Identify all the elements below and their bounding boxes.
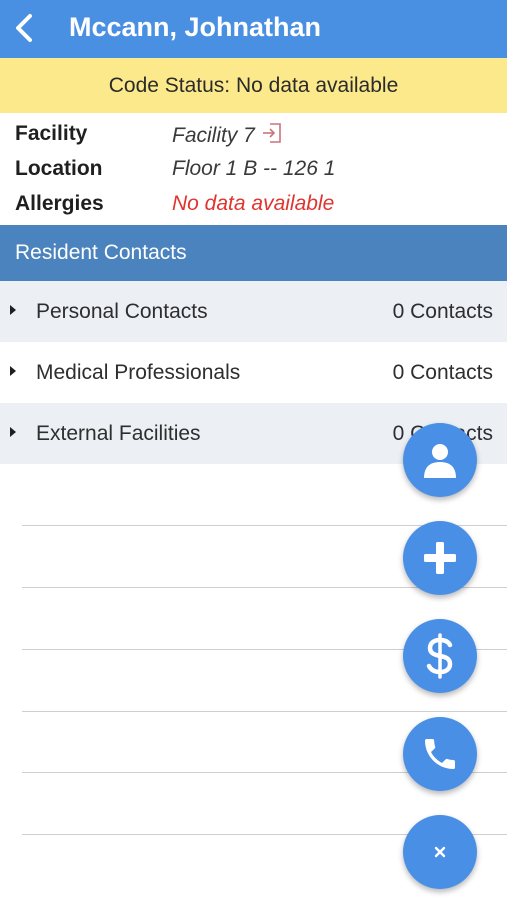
list-divider [22, 711, 507, 712]
phone-icon [425, 739, 455, 769]
facility-row: Facility Facility 7 [0, 117, 507, 152]
billing-button[interactable] [403, 619, 477, 693]
facility-value-group: Facility 7 [172, 121, 283, 152]
allergies-label: Allergies [15, 192, 104, 215]
facility-value: Facility 7 [172, 124, 255, 147]
location-label: Location [15, 157, 103, 180]
app-header: Mccann, Johnathan [0, 0, 507, 58]
allergies-row: Allergies No data available [0, 187, 507, 222]
contact-group-label: Personal Contacts [36, 300, 208, 323]
contact-group-medical[interactable]: Medical Professionals 0 Contacts [0, 342, 507, 403]
caret-right-icon [10, 366, 16, 376]
resident-name-title: Mccann, Johnathan [69, 12, 322, 42]
contact-group-count: 0 Contacts [392, 361, 493, 384]
location-value: Floor 1 B -- 126 1 [172, 157, 336, 180]
call-button[interactable] [403, 717, 477, 791]
facility-label: Facility [15, 122, 88, 145]
person-icon [424, 444, 456, 478]
caret-right-icon [10, 305, 16, 315]
dollar-icon [426, 633, 453, 679]
allergies-value: No data available [172, 192, 335, 215]
close-icon [434, 846, 446, 858]
contact-group-personal[interactable]: Personal Contacts 0 Contacts [0, 281, 507, 342]
code-status-banner: Code Status: No data available [0, 58, 507, 113]
plus-icon [424, 542, 456, 574]
contact-group-count: 0 Contacts [392, 300, 493, 323]
open-in-icon[interactable] [261, 121, 283, 152]
section-title: Resident Contacts [15, 241, 187, 264]
add-button[interactable] [403, 521, 477, 595]
contact-group-label: Medical Professionals [36, 361, 241, 384]
resident-contacts-header: Resident Contacts [0, 225, 507, 281]
close-menu-button[interactable] [403, 815, 477, 889]
back-button[interactable] [8, 8, 44, 48]
caret-right-icon [10, 427, 16, 437]
contact-group-label: External Facilities [36, 422, 201, 445]
add-contact-person-button[interactable] [403, 423, 477, 497]
chevron-left-icon [16, 14, 32, 42]
location-row: Location Floor 1 B -- 126 1 [0, 152, 507, 187]
